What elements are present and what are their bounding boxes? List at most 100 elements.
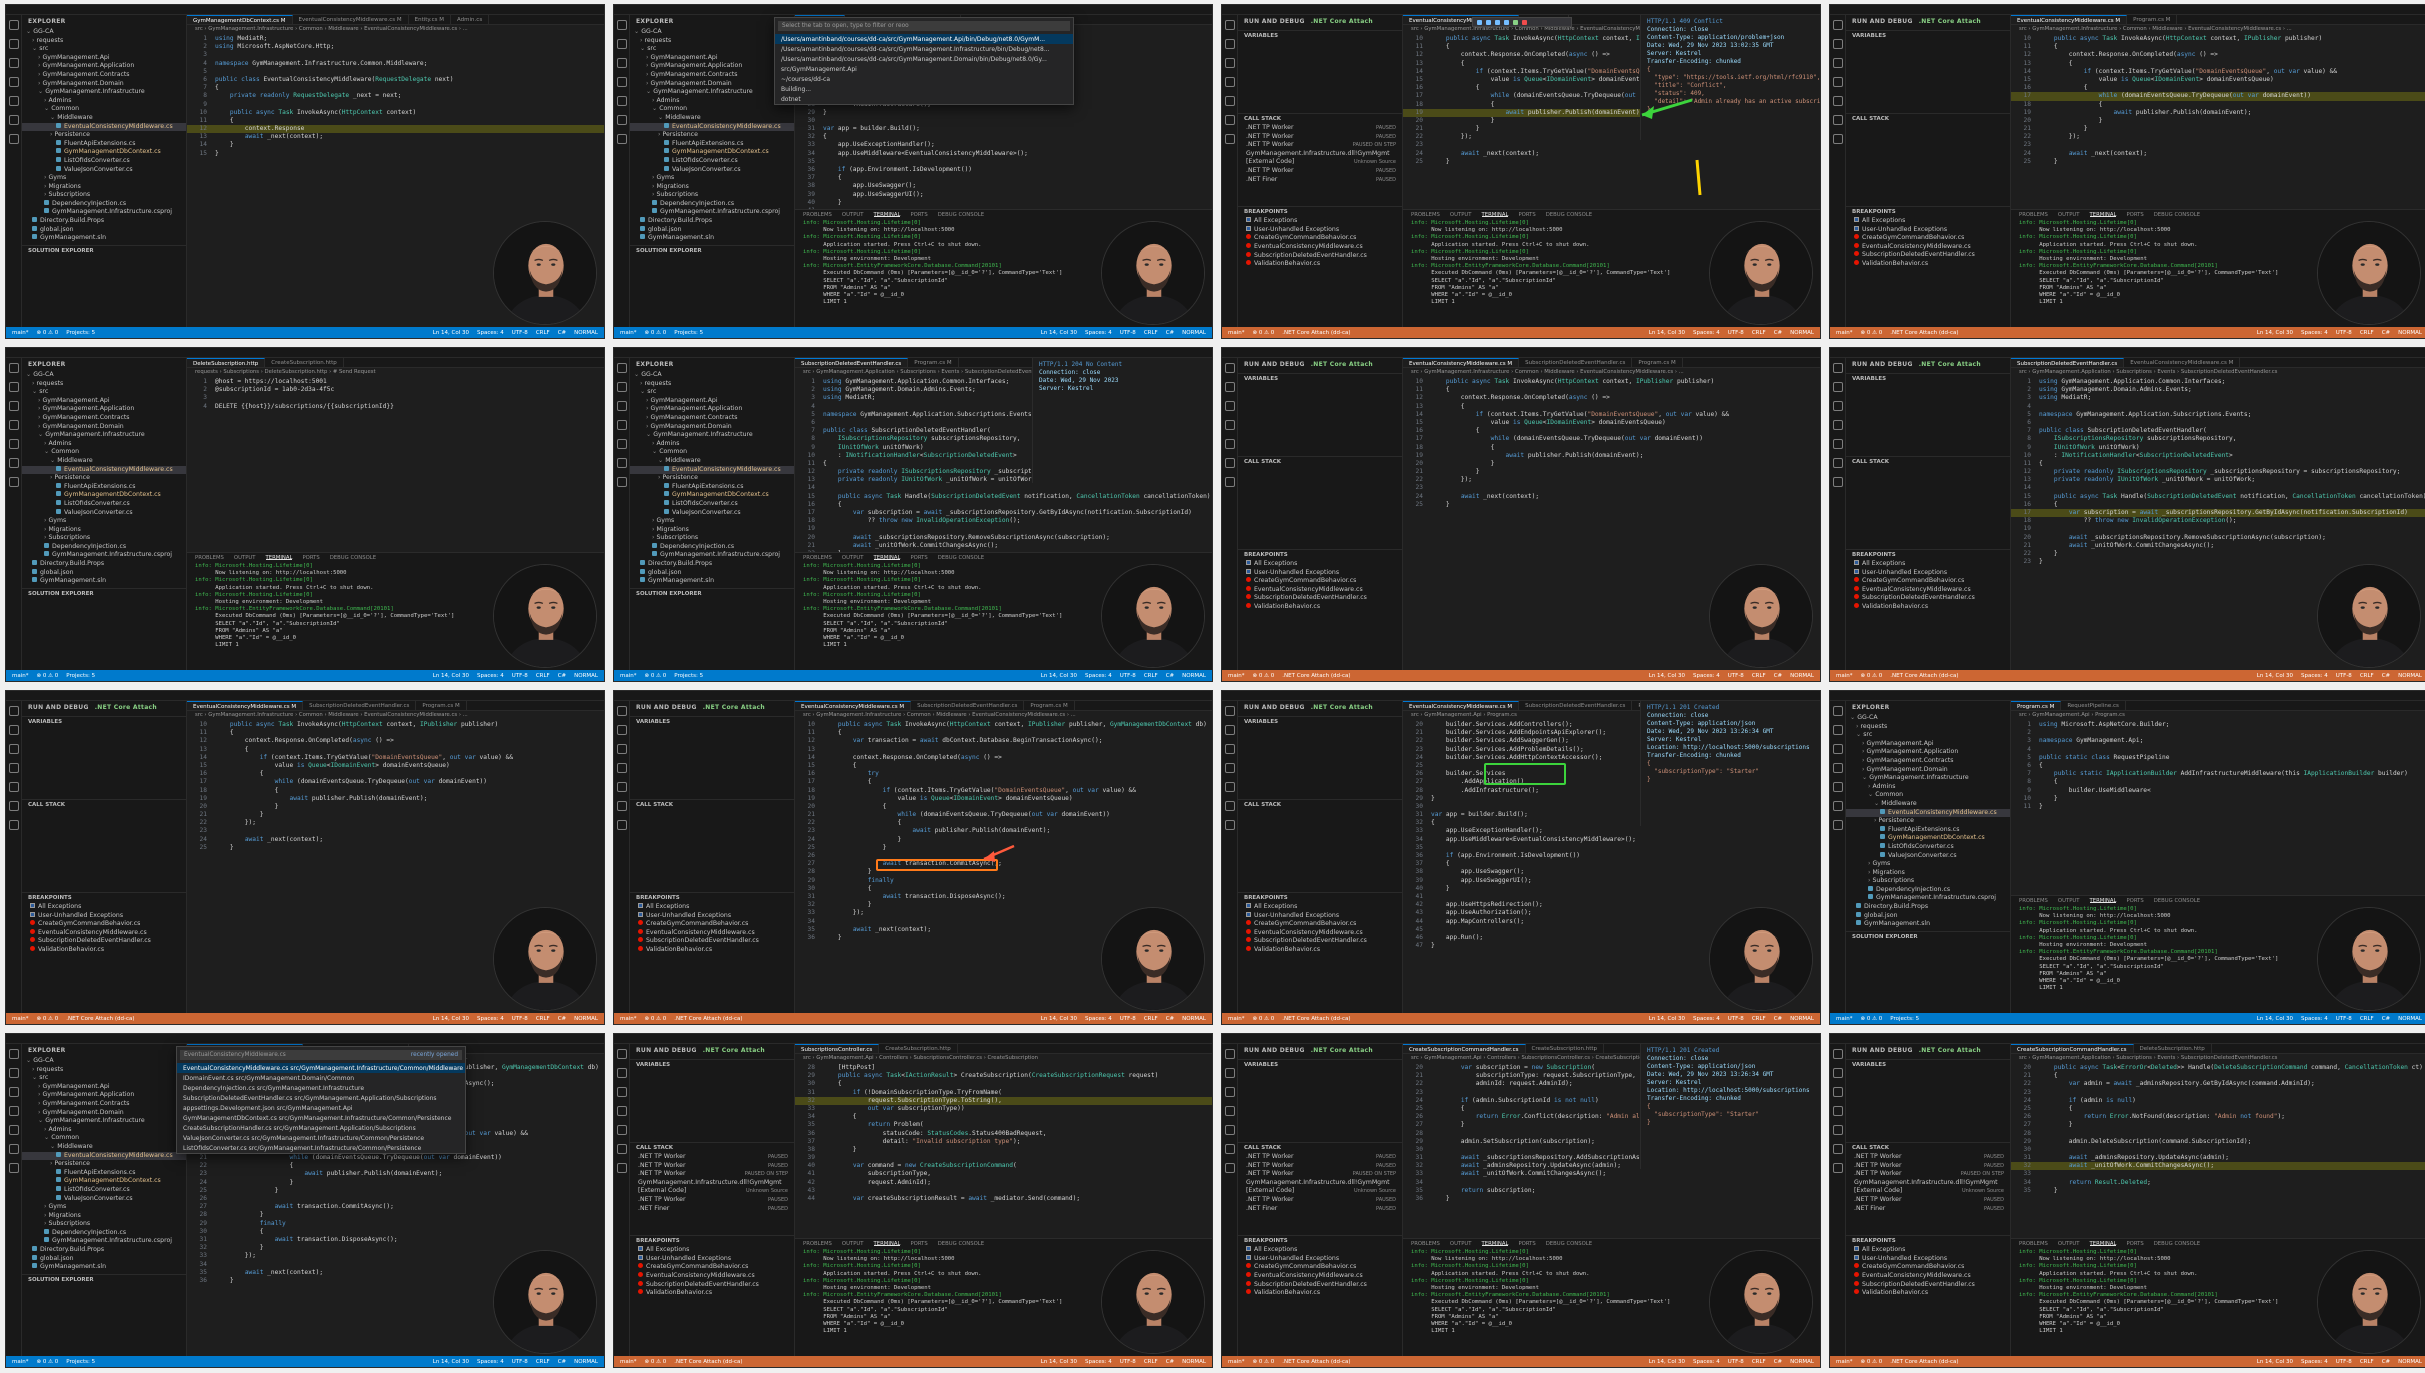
status-lang[interactable]: C# — [558, 1359, 566, 1365]
breakpoint-item[interactable]: User-Unhandled Exceptions — [1238, 911, 1402, 921]
breakpoints-section[interactable]: BREAKPOINTS — [1238, 1235, 1402, 1246]
breakpoint-item[interactable]: User-Unhandled Exceptions — [22, 911, 186, 921]
status-position[interactable]: Ln 14, Col 30 — [1041, 1359, 1077, 1365]
run-debug-icon[interactable] — [616, 77, 627, 87]
status-lang[interactable]: C# — [2382, 330, 2390, 336]
editor-tab[interactable]: CreateSubscription.http — [265, 358, 344, 367]
code-line[interactable]: 24 if (admin is null) — [2011, 1097, 2425, 1105]
code-line[interactable]: 10 : INotificationHandler<SubscriptionDe… — [2011, 452, 2425, 460]
code-line[interactable]: 12 context.Response.OnCompleted(async ()… — [187, 737, 604, 745]
step-out-icon[interactable] — [1504, 19, 1509, 25]
tree-item[interactable]: › GymManagement.Application — [22, 1091, 186, 1100]
code-line[interactable]: 2 using GymManagement.Domain.Admins.Event… — [2011, 386, 2425, 394]
code-line[interactable]: 25 { — [2011, 1105, 2425, 1113]
status-debug-session[interactable]: .NET Core Attach (dd-ca) — [674, 1016, 742, 1022]
status-encoding[interactable]: UTF-8 — [1728, 1016, 1744, 1022]
tree-item[interactable]: › Gyms — [22, 517, 186, 526]
status-branch[interactable]: main* — [1228, 330, 1245, 336]
checkbox-icon[interactable] — [1854, 225, 1859, 231]
code-line[interactable]: 16 { — [2011, 501, 2425, 509]
tree-item[interactable]: global.json — [22, 225, 186, 235]
panel-tab-terminal[interactable]: TERMINAL — [1481, 1241, 1509, 1247]
tree-item[interactable]: › Admins — [1846, 783, 2010, 792]
extensions-icon[interactable] — [8, 782, 19, 792]
status-branch[interactable]: main* — [12, 330, 29, 336]
code-line[interactable]: 23 — [2011, 141, 2425, 149]
status-position[interactable]: Ln 14, Col 30 — [1041, 1016, 1077, 1022]
code-block[interactable]: 10 public async Task InvokeAsync(HttpCon… — [2011, 33, 2425, 166]
call-stack-item[interactable]: GymManagement.Infrastructure.dll!GymMgmt — [1846, 1179, 2010, 1188]
code-line[interactable]: 19 await publisher.Publish(domainEvent); — [1403, 452, 1820, 460]
breakpoint-item[interactable]: SubscriptionDeletedEventHandler.cs — [1238, 937, 1402, 946]
editor-tab[interactable]: Entity.cs M — [409, 15, 452, 24]
status-debug-session[interactable]: .NET Core Attach (dd-ca) — [1282, 330, 1350, 336]
status-eol[interactable]: CRLF — [1144, 1359, 1158, 1365]
code-line[interactable]: 36 if (app.Environment.IsDevelopment()) — [795, 166, 1212, 174]
code-line[interactable]: 43 — [795, 1187, 1212, 1195]
code-line[interactable]: 28 — [2011, 1130, 2425, 1138]
code-line[interactable]: 18 ?? throw new InvalidOperationExceptio… — [2011, 517, 2425, 525]
status-eol[interactable]: CRLF — [536, 1016, 550, 1022]
breakpoint-item[interactable]: SubscriptionDeletedEventHandler.cs — [630, 1280, 794, 1290]
tree-item[interactable]: EventualConsistencyMiddleware.cs — [630, 122, 794, 132]
breakpoint-dot-icon[interactable] — [1246, 1263, 1251, 1269]
files-icon[interactable] — [1832, 363, 1843, 373]
code-line[interactable]: 22 { — [187, 1162, 604, 1170]
code-line[interactable]: 21 await _unitOfWork.CommitChangesAsync(… — [2011, 542, 2425, 550]
status-problems[interactable]: ⊗ 0 ⚠ 0 — [1861, 673, 1883, 679]
panel-tab-debug-console[interactable]: DEBUG CONSOLE — [330, 555, 376, 561]
code-line[interactable]: 11 { — [187, 729, 604, 737]
files-icon[interactable] — [8, 706, 19, 716]
panel-tab-terminal[interactable]: TERMINAL — [873, 212, 901, 218]
call-stack-item[interactable]: .NET Finer PAUSED — [630, 1205, 794, 1214]
editor-tab[interactable]: SubscriptionDeletedEventHandler.cs — [303, 701, 417, 710]
tree-item[interactable]: › Migrations — [22, 526, 186, 535]
status-debug-session[interactable]: .NET Core Attach (dd-ca) — [66, 1016, 134, 1022]
status-encoding[interactable]: UTF-8 — [512, 330, 528, 336]
tree-item[interactable]: › GymManagement.Domain — [630, 423, 794, 432]
tree-item[interactable]: ListOfIdsConverter.cs — [630, 499, 794, 509]
code-line[interactable]: 11{ — [2011, 460, 2425, 468]
editor-tab[interactable]: EventualConsistencyMiddleware.cs M — [187, 701, 304, 710]
breakpoint-item[interactable]: User-Unhandled Exceptions — [1238, 1254, 1402, 1264]
debug-toolbar[interactable] — [1472, 17, 1572, 27]
status-encoding[interactable]: UTF-8 — [1120, 673, 1136, 679]
code-line[interactable]: 16 { — [1403, 427, 1820, 435]
checkbox-icon[interactable] — [30, 911, 35, 917]
breakpoint-item[interactable]: CreateGymCommandBehavior.cs — [1238, 1263, 1402, 1272]
recent-file-item[interactable]: GymManagementDbContext.cs src/GymManagem… — [177, 1113, 465, 1123]
code-line[interactable]: 33 await _unitOfWork.CommitChangesAsync(… — [1403, 1170, 1820, 1178]
tree-item[interactable]: EventualConsistencyMiddleware.cs — [22, 1151, 186, 1161]
source-control-icon[interactable] — [8, 58, 19, 68]
tree-item[interactable]: › GymManagement.Domain — [630, 80, 794, 89]
code-line[interactable]: 14 — [2011, 484, 2425, 492]
tree-item[interactable]: FluentApiExtensions.cs — [22, 482, 186, 492]
code-line[interactable]: 23 — [1403, 484, 1820, 492]
status-spaces[interactable]: Spaces: 4 — [1693, 1359, 1720, 1365]
tree-item[interactable]: ListOfIdsConverter.cs — [22, 156, 186, 166]
tree-item[interactable]: › requests — [630, 37, 794, 46]
panel-tab-output[interactable]: OUTPUT — [842, 555, 864, 561]
status-eol[interactable]: CRLF — [1752, 330, 1766, 336]
code-line[interactable]: 30 { — [187, 1228, 604, 1236]
code-line[interactable]: 30 { — [795, 1080, 1212, 1088]
tree-item[interactable]: › Persistence — [22, 474, 186, 483]
status-lang[interactable]: C# — [1774, 1359, 1782, 1365]
status-position[interactable]: Ln 14, Col 30 — [1649, 673, 1685, 679]
editor-tab[interactable]: CreateSubscription.http — [1526, 1044, 1605, 1053]
status-branch[interactable]: main* — [620, 1016, 637, 1022]
tree-item[interactable]: › Persistence — [630, 474, 794, 483]
checkbox-icon[interactable] — [30, 903, 35, 908]
extensions-icon[interactable] — [8, 439, 19, 449]
status-branch[interactable]: main* — [620, 1359, 637, 1365]
status-eol[interactable]: CRLF — [1752, 1016, 1766, 1022]
tree-item[interactable]: FluentApiExtensions.cs — [22, 1168, 186, 1178]
tree-item[interactable]: ListOfIdsConverter.cs — [22, 499, 186, 509]
recent-file-item[interactable]: DependencyInjection.cs src/GymManagement… — [177, 1083, 465, 1093]
tree-item[interactable]: › requests — [22, 1066, 186, 1075]
code-line[interactable]: 29 public async Task<IActionResult> Crea… — [795, 1072, 1212, 1080]
tree-item[interactable]: ValueJsonConverter.cs — [1846, 851, 2010, 861]
status-branch[interactable]: main* — [1228, 1359, 1245, 1365]
panel-tab-ports[interactable]: PORTS — [1518, 1241, 1535, 1247]
code-line[interactable]: 6 — [2011, 419, 2425, 427]
